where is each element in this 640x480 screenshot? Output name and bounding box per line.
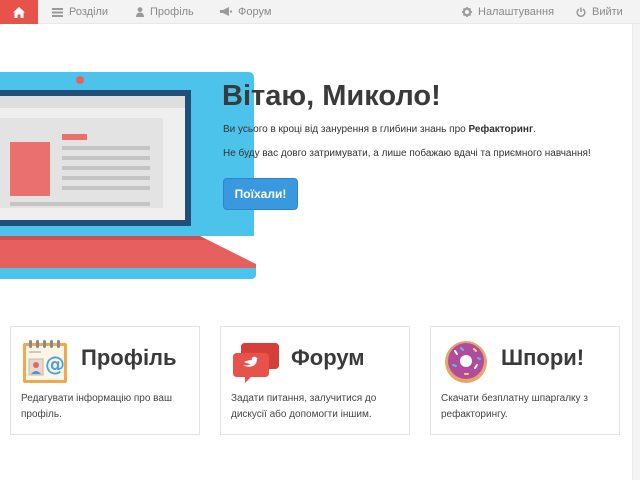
home-button[interactable] xyxy=(0,0,38,24)
power-icon xyxy=(576,7,586,17)
welcome-subtitle-prefix: Ви усього в кроці від занурення в глибин… xyxy=(223,124,469,135)
welcome-subtitle: Ви усього в кроці від занурення в глибин… xyxy=(223,124,536,135)
nav-sections[interactable]: Розділи xyxy=(52,0,108,24)
nav-logout[interactable]: Вийти xyxy=(576,0,623,24)
nav-sections-label: Розділи xyxy=(69,6,109,18)
speech-bubbles-icon xyxy=(233,343,279,383)
list-icon xyxy=(52,7,63,17)
home-icon xyxy=(13,6,25,18)
cheatsheet-card-title: Шпори! xyxy=(501,345,585,370)
page-scrollbar[interactable] xyxy=(632,24,640,480)
welcome-wish-text: Не буду вас довго затримувати, а лише по… xyxy=(223,148,591,159)
forum-card[interactable]: Форум Задати питання, залучитися до диск… xyxy=(220,326,410,435)
laptop-illustration xyxy=(0,72,256,279)
gear-icon xyxy=(462,7,472,17)
nav-profile-label: Профіль xyxy=(150,6,194,18)
nav-settings[interactable]: Налаштування xyxy=(462,0,554,24)
user-icon xyxy=(136,7,144,17)
nav-settings-label: Налаштування xyxy=(478,6,555,18)
welcome-subtitle-topic: Рефакторинг xyxy=(468,124,534,135)
nav-forum-label: Форум xyxy=(238,6,272,18)
svg-text:@: @ xyxy=(45,352,65,376)
donut-icon xyxy=(445,341,487,383)
nav-logout-label: Вийти xyxy=(592,6,623,18)
forum-card-title: Форум xyxy=(291,345,365,370)
profile-card[interactable]: @ Профіль Редагувати інформацію про ваш … xyxy=(10,326,200,435)
profile-card-text: Редагувати інформацію про ваш профіль. xyxy=(21,393,172,420)
cheatsheet-card[interactable]: Шпори! Скачати безплатну шпаргалку з реф… xyxy=(430,326,620,435)
welcome-title: Вітаю, Миколо! xyxy=(222,80,441,112)
nav-profile[interactable]: Профіль xyxy=(136,0,194,24)
welcome-subtitle-suffix: . xyxy=(533,124,536,135)
forum-card-text: Задати питання, залучитися до дискусії а… xyxy=(231,393,377,420)
top-navbar: Розділи Профіль Форум Налаштування Вийти xyxy=(0,0,640,24)
address-book-icon: @ xyxy=(23,340,67,383)
profile-card-title: Профіль xyxy=(81,345,177,370)
megaphone-icon xyxy=(220,7,232,16)
nav-forum[interactable]: Форум xyxy=(220,0,271,24)
start-button[interactable]: Поїхали! xyxy=(223,178,298,210)
cheatsheet-card-text: Скачати безплатну шпаргалку з рефакторин… xyxy=(441,393,588,420)
